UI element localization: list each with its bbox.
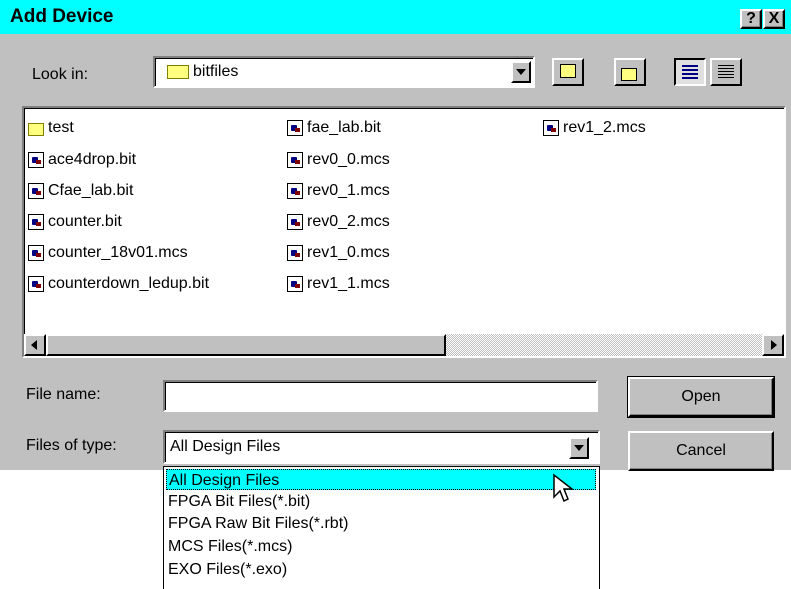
file-label: rev0_1.mcs	[307, 182, 390, 199]
file-item[interactable]: rev1_2.mcs	[543, 118, 646, 138]
folder-icon	[28, 122, 44, 136]
close-button[interactable]: X	[763, 9, 785, 29]
file-type-option[interactable]: FPGA Bit Files(*.bit)	[168, 491, 310, 512]
file-label: rev1_2.mcs	[563, 119, 646, 136]
file-label: Cfae_lab.bit	[48, 182, 134, 199]
file-item[interactable]: rev0_1.mcs	[287, 181, 390, 201]
files-of-type-value: All Design Files	[170, 438, 281, 455]
cancel-button-label: Cancel	[676, 442, 726, 459]
files-of-type-dropdown-arrow[interactable]	[569, 437, 589, 459]
file-label: counter.bit	[48, 213, 122, 230]
file-icon	[28, 276, 44, 292]
file-icon	[287, 120, 303, 136]
look-in-combo[interactable]: bitfiles	[153, 56, 535, 88]
file-item[interactable]: fae_lab.bit	[287, 118, 381, 138]
file-icon	[287, 245, 303, 261]
file-icon	[543, 120, 559, 136]
list-view-icon	[682, 65, 698, 79]
file-item[interactable]: counter_18v01.mcs	[28, 243, 188, 263]
file-item[interactable]: rev1_1.mcs	[287, 274, 390, 294]
file-item[interactable]: counterdown_ledup.bit	[28, 274, 209, 294]
horizontal-scrollbar[interactable]	[24, 334, 784, 356]
folder-item[interactable]: test	[28, 118, 74, 138]
file-type-dropdown-list[interactable]: All Design Files FPGA Bit Files(*.bit) F…	[163, 466, 600, 589]
file-item[interactable]: counter.bit	[28, 212, 122, 232]
look-in-dropdown-arrow[interactable]	[511, 61, 531, 83]
file-label: ace4drop.bit	[48, 151, 137, 168]
file-item[interactable]: ace4drop.bit	[28, 150, 136, 170]
add-device-dialog: Add Device ? X Look in: bitfiles test ac…	[0, 0, 791, 471]
file-name-label: File name:	[26, 386, 101, 403]
files-of-type-label: Files of type:	[26, 437, 117, 454]
file-label: test	[48, 119, 74, 136]
look-in-label: Look in:	[32, 66, 89, 83]
file-label: rev0_0.mcs	[307, 151, 390, 168]
file-name-input[interactable]	[163, 380, 598, 412]
file-type-option[interactable]: EXO Files(*.exo)	[168, 559, 287, 580]
mouse-pointer-icon	[553, 473, 575, 503]
file-label: fae_lab.bit	[307, 119, 381, 136]
file-label: rev0_2.mcs	[307, 213, 390, 230]
file-icon	[287, 152, 303, 168]
files-of-type-combo[interactable]: All Design Files	[163, 430, 600, 464]
file-icon	[28, 152, 44, 168]
folder-icon	[167, 65, 189, 79]
file-item[interactable]: Cfae_lab.bit	[28, 181, 133, 201]
up-folder-icon	[560, 64, 576, 78]
file-icon	[28, 214, 44, 230]
up-folder-button[interactable]	[552, 58, 584, 86]
file-icon	[28, 183, 44, 199]
file-icon	[287, 276, 303, 292]
file-type-option[interactable]: MCS Files(*.mcs)	[168, 536, 292, 557]
details-view-icon	[718, 65, 734, 79]
scroll-left-arrow-icon[interactable]	[24, 334, 46, 356]
file-item[interactable]: rev1_0.mcs	[287, 243, 390, 263]
file-label: counterdown_ledup.bit	[48, 275, 210, 292]
file-icon	[287, 214, 303, 230]
file-item[interactable]: rev0_2.mcs	[287, 212, 390, 232]
open-button[interactable]: Open	[627, 376, 775, 418]
scroll-thumb[interactable]	[46, 334, 446, 356]
file-item[interactable]: rev0_0.mcs	[287, 150, 390, 170]
file-icon	[28, 245, 44, 261]
look-in-value: bitfiles	[193, 63, 239, 80]
open-button-label: Open	[681, 388, 721, 405]
cancel-button[interactable]: Cancel	[628, 431, 774, 471]
new-folder-icon	[621, 68, 637, 81]
details-view-button[interactable]	[710, 58, 742, 86]
list-view-button[interactable]	[674, 58, 706, 86]
window-title: Add Device	[10, 6, 114, 27]
file-label: rev1_0.mcs	[307, 244, 390, 261]
file-label: rev1_1.mcs	[307, 275, 390, 292]
file-icon	[287, 183, 303, 199]
help-button[interactable]: ?	[740, 9, 762, 29]
file-type-option[interactable]: All Design Files	[166, 469, 596, 490]
new-folder-button[interactable]	[614, 58, 646, 86]
file-list[interactable]	[22, 106, 786, 358]
title-bar[interactable]: Add Device ? X	[0, 0, 791, 34]
scroll-right-arrow-icon[interactable]	[762, 334, 784, 356]
file-type-option[interactable]: FPGA Raw Bit Files(*.rbt)	[168, 513, 348, 534]
file-label: counter_18v01.mcs	[48, 244, 188, 261]
